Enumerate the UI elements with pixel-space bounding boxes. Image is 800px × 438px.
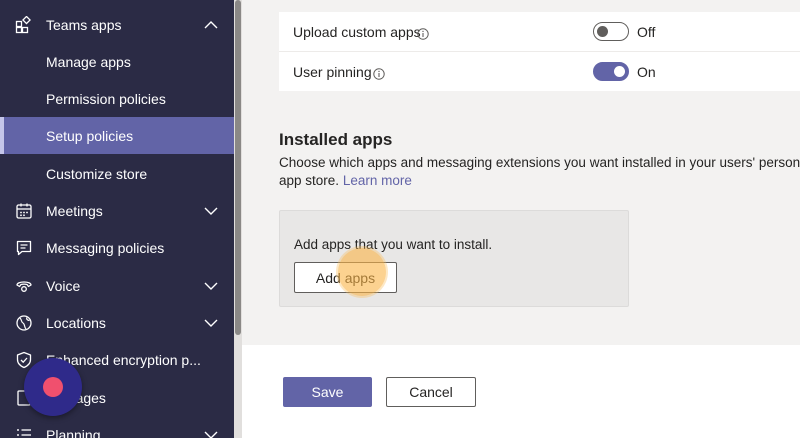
settings-card: Upload custom apps Off User pinning On [279,12,800,91]
sidebar-scrollbar-thumb[interactable] [235,0,241,335]
sidebar-item-label: Locations [46,314,106,331]
globe-icon [14,313,34,333]
chevron-down-icon [203,279,219,291]
description-text: app store. [279,173,340,188]
sidebar-item-label: Meetings [46,202,103,219]
sidebar-item-customize-store[interactable]: Customize store [0,155,234,192]
info-icon[interactable] [417,27,429,40]
sidebar-item-label: Teams apps [46,16,122,33]
sidebar-item-voice[interactable]: Voice [0,267,234,304]
installed-apps-title: Installed apps [279,130,393,149]
setting-row-user-pinning: User pinning On [279,51,800,90]
sidebar-item-label: Messaging policies [46,239,165,256]
installed-apps-description: Choose which apps and messaging extensio… [279,155,800,170]
chevron-up-icon [203,18,219,30]
sidebar-item-label: Manage apps [46,53,131,70]
list-icon [14,425,34,438]
sidebar-item-label: Planning [46,426,101,438]
sidebar-item-label: Customize store [46,165,148,182]
action-footer: Save Cancel [242,345,800,438]
save-button[interactable]: Save [283,377,372,407]
upload-custom-apps-toggle[interactable] [593,22,629,41]
add-apps-button[interactable]: Add apps [294,262,397,293]
add-apps-panel: Add apps that you want to install. Add a… [279,210,629,307]
sidebar-item-planning[interactable]: Planning [0,416,234,438]
chevron-down-icon [203,204,219,216]
installed-apps-description-2: app store. Learn more [279,171,412,191]
record-button[interactable] [24,358,82,416]
cancel-button[interactable]: Cancel [386,377,476,407]
toggle-state-text: On [637,64,656,80]
chevron-down-icon [203,316,219,328]
add-apps-prompt: Add apps that you want to install. [294,237,493,252]
phone-icon [14,276,34,296]
sidebar-item-label: Setup policies [46,127,134,144]
toggle-knob [597,26,608,37]
sidebar-item-label: Voice [46,277,81,294]
apps-icon [14,15,34,35]
user-pinning-toggle[interactable] [593,62,629,81]
chat-icon [14,238,34,258]
sidebar-item-meetings[interactable]: Meetings [0,192,234,229]
sidebar-item-permission-policies[interactable]: Permission policies [0,80,234,117]
learn-more-link[interactable]: Learn more [343,173,412,188]
info-icon[interactable] [373,67,385,80]
sidebar-item-messaging-policies[interactable]: Messaging policies [0,229,234,266]
calendar-icon [14,201,34,221]
record-icon [43,377,63,397]
toggle-knob [614,66,625,77]
sidebar-item-teams-apps[interactable]: Teams apps [0,6,234,43]
sidebar-item-locations[interactable]: Locations [0,304,234,341]
sidebar-item-setup-policies[interactable]: Setup policies [0,117,234,154]
setting-label: User pinning [293,64,372,80]
setting-row-upload-custom-apps: Upload custom apps Off [279,12,800,51]
toggle-state-text: Off [637,24,656,40]
sidebar-item-manage-apps[interactable]: Manage apps [0,43,234,80]
sidebar-item-label: Permission policies [46,90,166,107]
setting-label: Upload custom apps [293,24,421,40]
chevron-down-icon [203,428,219,438]
